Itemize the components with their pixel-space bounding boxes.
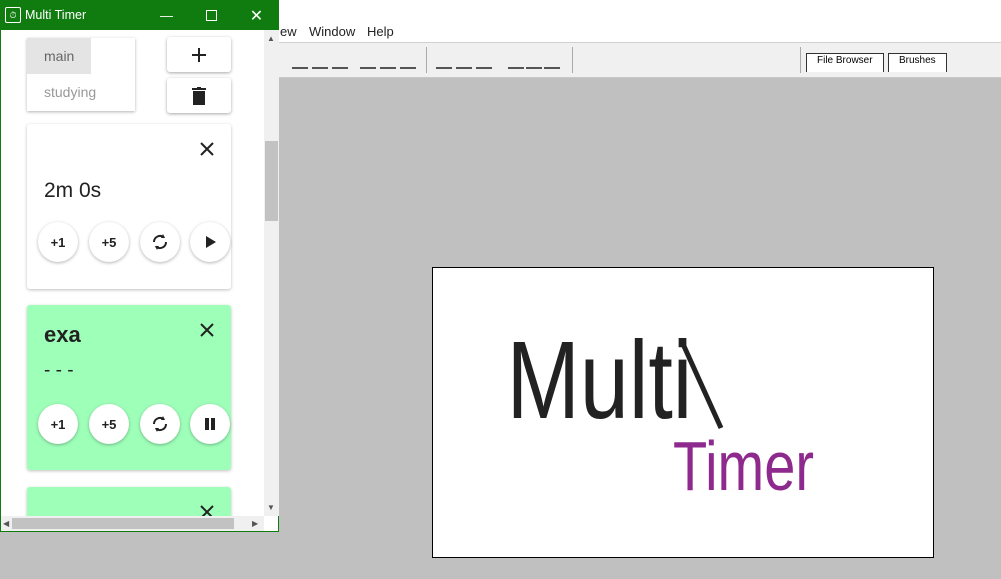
- play-icon: [206, 236, 216, 248]
- align-right-icon[interactable]: [400, 53, 416, 69]
- menu-help[interactable]: Help: [367, 24, 394, 39]
- close-icon[interactable]: [199, 322, 215, 338]
- window-title: Multi Timer: [25, 8, 87, 22]
- menu-window[interactable]: Window: [309, 24, 355, 39]
- scroll-up-icon[interactable]: ▲: [267, 34, 275, 43]
- refresh-icon: [152, 234, 168, 250]
- play-button[interactable]: [190, 222, 230, 262]
- pause-button[interactable]: [190, 404, 230, 444]
- align-left-icon[interactable]: [360, 53, 376, 69]
- scroll-right-icon[interactable]: ▶: [252, 519, 258, 528]
- align-center-icon[interactable]: [380, 53, 396, 69]
- tab-brushes[interactable]: Brushes: [888, 53, 947, 72]
- align-bottom-icon[interactable]: [332, 53, 348, 69]
- app-icon: ⏱: [5, 7, 21, 23]
- maximize-icon: [206, 10, 217, 21]
- toolbar-separator: [572, 47, 573, 73]
- distribute-middle-icon[interactable]: [456, 53, 472, 69]
- toolbar-separator: [426, 47, 427, 73]
- list-selector: main studying: [27, 38, 135, 111]
- toolbar-separator: [800, 47, 801, 73]
- timer-card: [27, 487, 231, 516]
- timer-card: 2m 0s +1 +5: [27, 124, 231, 289]
- timer-title: exa: [44, 322, 81, 347]
- document-canvas[interactable]: Multi Timer: [432, 267, 934, 558]
- list-item-studying[interactable]: studying: [27, 74, 135, 110]
- pause-icon: [205, 418, 215, 430]
- distribute-left-icon[interactable]: [508, 53, 524, 69]
- logo-line2: Timer: [673, 428, 814, 505]
- reset-button[interactable]: [140, 222, 180, 262]
- add-1-minute-button[interactable]: +1: [38, 222, 78, 262]
- vertical-scroll-thumb[interactable]: [265, 141, 278, 221]
- reset-button[interactable]: [140, 404, 180, 444]
- timer-content: main studying 2m 0s +1 +5 exa - - - +1 +…: [1, 30, 264, 516]
- align-middle-icon[interactable]: [312, 53, 328, 69]
- distribute-bottom-icon[interactable]: [476, 53, 492, 69]
- multi-timer-window: ⏱ Multi Timer — ✕ main studying 2m 0s +1…: [0, 0, 279, 532]
- logo-line1: Multi: [507, 320, 693, 443]
- scroll-down-icon[interactable]: ▼: [267, 503, 275, 512]
- add-5-minutes-button[interactable]: +5: [89, 222, 129, 262]
- add-5-minutes-button[interactable]: +5: [89, 404, 129, 444]
- add-1-minute-button[interactable]: +1: [38, 404, 78, 444]
- distribute-top-icon[interactable]: [436, 53, 452, 69]
- multi-timer-logo: Multi Timer: [507, 320, 814, 506]
- distribute-center-icon[interactable]: [526, 53, 542, 69]
- close-icon: ✕: [249, 7, 264, 25]
- timer-time: 2m 0s: [44, 179, 102, 202]
- vertical-scrollbar[interactable]: [264, 30, 279, 516]
- list-item-main[interactable]: main: [27, 38, 91, 74]
- timer-card: exa - - - +1 +5: [27, 305, 231, 470]
- delete-list-button[interactable]: [167, 78, 231, 113]
- add-timer-button[interactable]: [167, 37, 231, 72]
- title-bar[interactable]: ⏱ Multi Timer — ✕: [1, 1, 278, 30]
- align-top-icon[interactable]: [292, 53, 308, 69]
- close-icon[interactable]: [199, 141, 215, 157]
- timer-time: - - -: [44, 360, 74, 381]
- trash-icon: [192, 86, 206, 105]
- plus-icon: [192, 47, 206, 62]
- menu-view[interactable]: ew: [280, 24, 297, 39]
- close-window-button[interactable]: ✕: [234, 1, 279, 30]
- tab-file-browser[interactable]: File Browser: [806, 53, 884, 72]
- maximize-button[interactable]: [189, 1, 234, 30]
- minimize-button[interactable]: —: [144, 1, 189, 30]
- scroll-left-icon[interactable]: ◀: [3, 519, 9, 528]
- minimize-icon: —: [160, 8, 173, 23]
- horizontal-scroll-thumb[interactable]: [12, 518, 234, 529]
- close-icon[interactable]: [199, 504, 215, 516]
- refresh-icon: [152, 416, 168, 432]
- distribute-right-icon[interactable]: [544, 53, 560, 69]
